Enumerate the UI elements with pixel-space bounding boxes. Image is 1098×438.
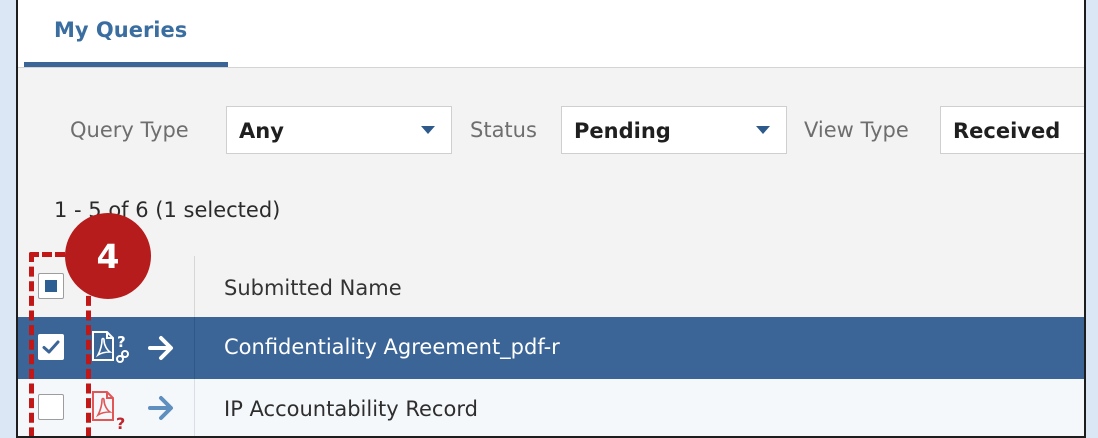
view-type-select[interactable]: Received: [940, 106, 1084, 154]
query-type-value: Any: [239, 119, 284, 143]
table-row[interactable]: ? IP Accountability Record: [18, 379, 1084, 436]
pdf-linked-query-icon[interactable]: ?: [90, 329, 136, 369]
queries-panel: My Queries Query Type Any Status Pending…: [16, 0, 1086, 438]
query-type-select[interactable]: Any: [226, 106, 452, 154]
svg-text:?: ?: [116, 414, 125, 433]
arrow-right-icon[interactable]: [148, 395, 176, 421]
query-type-label: Query Type: [70, 118, 189, 142]
tab-my-queries[interactable]: My Queries: [54, 18, 187, 42]
column-divider: [194, 256, 195, 317]
column-header-submitted-name[interactable]: Submitted Name: [224, 276, 402, 300]
submitted-name-cell[interactable]: Confidentiality Agreement_pdf-r: [224, 335, 560, 359]
table-row[interactable]: ? Confidentiality Agreement_pdf-r: [18, 317, 1084, 379]
callout-badge: 4: [65, 213, 151, 299]
column-divider: [194, 317, 195, 379]
status-select[interactable]: Pending: [561, 106, 787, 154]
view-type-value: Received: [953, 119, 1061, 143]
status-label: Status: [470, 118, 537, 142]
arrow-right-icon[interactable]: [148, 335, 176, 361]
status-value: Pending: [574, 119, 671, 143]
chevron-down-icon: [756, 126, 770, 134]
tab-strip: My Queries: [18, 0, 1084, 69]
filter-bar: [18, 68, 1084, 268]
svg-text:?: ?: [117, 333, 126, 351]
column-divider: [194, 379, 195, 436]
submitted-name-cell[interactable]: IP Accountability Record: [224, 397, 478, 421]
pdf-query-icon[interactable]: ?: [90, 389, 136, 433]
view-type-label: View Type: [804, 118, 909, 142]
grid-header-row: Submitted Name: [18, 256, 1084, 317]
chevron-down-icon: [421, 126, 435, 134]
